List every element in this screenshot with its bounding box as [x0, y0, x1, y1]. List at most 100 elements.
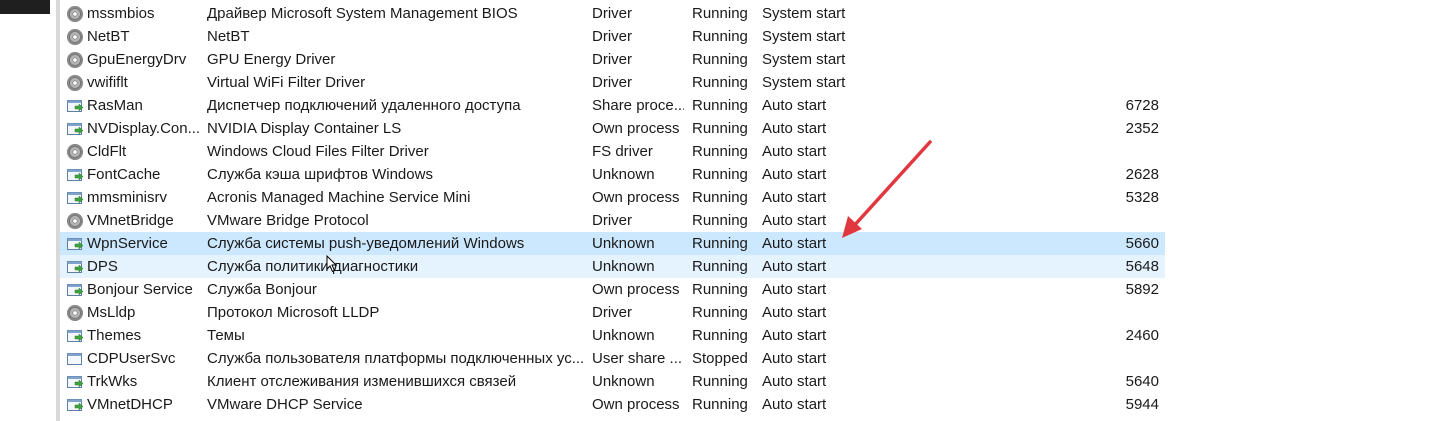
service-startup-type: Auto start [762, 304, 827, 321]
mouse-cursor-icon [326, 255, 338, 273]
service-type: Unknown [592, 327, 655, 344]
table-row[interactable]: NVDisplay.Con... NVIDIA Display Container… [60, 117, 1165, 140]
service-type: Unknown [592, 258, 655, 275]
service-type: Own process [592, 120, 680, 137]
service-pid: 5892 [1125, 281, 1159, 298]
service-name: CldFlt [87, 143, 127, 160]
service-name: DPS [87, 258, 118, 275]
service-pid: 5648 [1125, 258, 1159, 275]
table-row[interactable]: Themes Темы Unknown Running Auto start 2460 [60, 324, 1165, 347]
service-description: Windows Cloud Files Filter Driver [207, 143, 429, 160]
service-running-icon [67, 169, 84, 181]
service-type: Unknown [592, 235, 655, 252]
table-row[interactable]: mssmbios Драйвер Microsoft System Managem… [60, 2, 1165, 25]
service-type: Driver [592, 212, 632, 229]
service-name: vwififlt [87, 74, 128, 91]
table-row[interactable]: VMnetBridge VMware Bridge Protocol Driver R… [60, 209, 1165, 232]
table-row[interactable]: WpnService Служба системы push-уведомлени… [60, 232, 1165, 255]
service-type: Unknown [592, 166, 655, 183]
service-pid: 5328 [1125, 189, 1159, 206]
service-name: Themes [87, 327, 142, 344]
service-icon [66, 51, 84, 69]
service-startup-type: Auto start [762, 258, 827, 275]
service-status: Running [692, 235, 748, 252]
service-startup-type: Auto start [762, 235, 827, 252]
service-description: Служба системы push-уведомлений Windows [207, 235, 525, 252]
service-name: GpuEnergyDrv [87, 51, 187, 68]
service-startup-type: Auto start [762, 327, 827, 344]
service-running-icon [67, 100, 84, 112]
service-description: Клиент отслеживания изменившихся связей [207, 373, 517, 390]
service-description: Virtual WiFi Filter Driver [207, 74, 366, 91]
service-status: Running [692, 143, 748, 160]
service-name: mmsminisrv [87, 189, 167, 206]
service-description: NetBT [207, 28, 250, 45]
service-startup-type: Auto start [762, 166, 827, 183]
table-row[interactable]: VMnetDHCP VMware DHCP Service Own process R… [60, 393, 1165, 416]
service-startup-type: Auto start [762, 189, 827, 206]
service-name: NVDisplay.Con... [87, 120, 199, 137]
service-startup-type: Auto start [762, 396, 827, 413]
service-startup-type: Auto start [762, 143, 827, 160]
service-type: Own process [592, 281, 680, 298]
table-row[interactable]: Bonjour Service Служба Bonjour Own process… [60, 278, 1165, 301]
service-description: GPU Energy Driver [207, 51, 336, 68]
service-status: Running [692, 373, 748, 390]
table-row[interactable]: TrkWks Клиент отслеживания изменившихся с… [60, 370, 1165, 393]
service-type: Driver [592, 74, 632, 91]
service-startup-type: System start [762, 74, 846, 91]
table-row[interactable]: mmsminisrv Acronis Managed Machine Servic… [60, 186, 1165, 209]
service-status: Running [692, 97, 748, 114]
service-status: Running [692, 304, 748, 321]
services-window: mssmbios Драйвер Microsoft System Managem… [0, 0, 1448, 421]
service-running-icon [67, 238, 84, 250]
service-status: Running [692, 28, 748, 45]
service-icon [66, 258, 84, 276]
service-name: Bonjour Service [87, 281, 193, 298]
service-type: Own process [592, 189, 680, 206]
service-startup-type: System start [762, 28, 846, 45]
service-icon [66, 166, 84, 184]
table-row[interactable]: vwififlt Virtual WiFi Filter Driver Driver… [60, 71, 1165, 94]
service-startup-type: Auto start [762, 212, 827, 229]
service-icon [66, 143, 84, 161]
gear-icon [67, 75, 83, 91]
service-running-icon [67, 376, 84, 388]
service-status: Running [692, 166, 748, 183]
table-row[interactable]: CldFlt Windows Cloud Files Filter Driver F… [60, 140, 1165, 163]
service-type: Share proce... [592, 97, 684, 114]
service-icon [66, 235, 84, 253]
service-type: Own process [592, 396, 680, 413]
service-description: Драйвер Microsoft System Management BIOS [207, 5, 518, 22]
table-row[interactable]: MsLldp Протокол Microsoft LLDP Driver Runni… [60, 301, 1165, 324]
service-status: Stopped [692, 350, 748, 367]
table-row[interactable]: RasMan Диспетчер подключений удаленного д… [60, 94, 1165, 117]
gear-icon [67, 52, 83, 68]
service-name: WpnService [87, 235, 168, 252]
service-type: FS driver [592, 143, 653, 160]
left-pane [0, 0, 55, 421]
service-startup-type: System start [762, 51, 846, 68]
service-icon [66, 281, 84, 299]
table-row[interactable]: NetBT NetBT Driver Running System start [60, 25, 1165, 48]
service-description: VMware Bridge Protocol [207, 212, 369, 229]
table-row[interactable]: GpuEnergyDrv GPU Energy Driver Driver Runni… [60, 48, 1165, 71]
service-startup-type: Auto start [762, 350, 827, 367]
service-list: mssmbios Драйвер Microsoft System Managem… [60, 2, 1165, 416]
service-description: Служба политики диагностики [207, 258, 419, 275]
service-type: Driver [592, 28, 632, 45]
service-stopped-icon [67, 353, 82, 365]
table-row[interactable]: CDPUserSvc Служба пользователя платформы … [60, 347, 1165, 370]
table-row[interactable]: FontCache Служба кэша шрифтов Windows Unkn… [60, 163, 1165, 186]
service-running-icon [67, 123, 84, 135]
service-description: Служба пользователя платформы подключенн… [207, 350, 585, 367]
service-type: Unknown [592, 373, 655, 390]
service-name: RasMan [87, 97, 143, 114]
service-status: Running [692, 120, 748, 137]
service-status: Running [692, 281, 748, 298]
service-icon [66, 189, 84, 207]
service-name: VMnetDHCP [87, 396, 173, 413]
table-row[interactable]: DPS Служба политики диагностики Unknown Run… [60, 255, 1165, 278]
service-pid: 2628 [1125, 166, 1159, 183]
service-icon [66, 350, 84, 368]
